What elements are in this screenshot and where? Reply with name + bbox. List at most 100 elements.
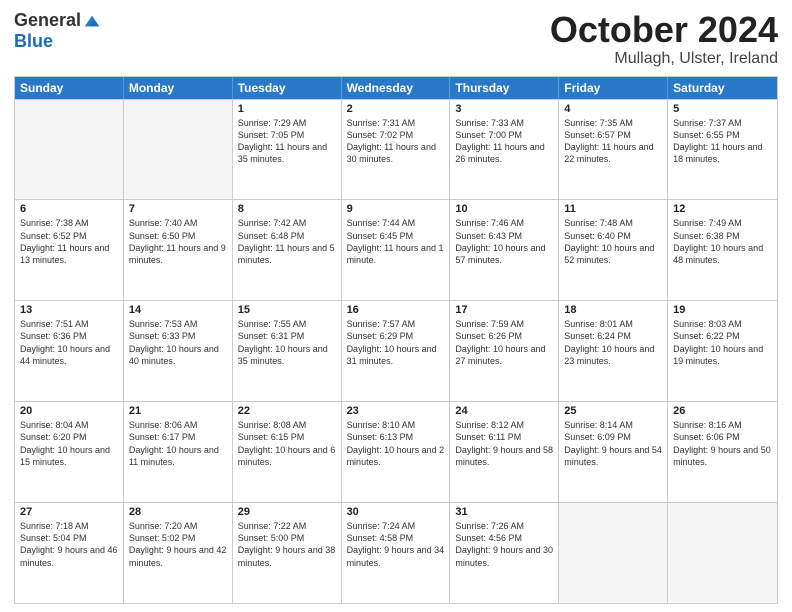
day-cell-18: 18Sunrise: 8:01 AM Sunset: 6:24 PM Dayli… [559, 301, 668, 401]
day-number: 5 [673, 103, 772, 115]
day-detail: Sunrise: 7:59 AM Sunset: 6:26 PM Dayligh… [455, 318, 553, 367]
logo-general-text: General [14, 10, 81, 31]
day-cell-17: 17 Sunrise: 7:59 AM Sunset: 6:26 PM Dayli… [450, 301, 559, 401]
calendar: SundayMondayTuesdayWednesdayThursdayFrid… [14, 76, 778, 604]
day-detail: Sunrise: 7:55 AM Sunset: 6:31 PM Dayligh… [238, 318, 336, 367]
day-cell-4: 4 Sunrise: 7:35 AM Sunset: 6:57 PM Daylig… [559, 100, 668, 200]
day-cell-20: 20Sunrise: 8:04 AM Sunset: 6:20 PM Dayli… [15, 402, 124, 502]
day-number: 23 [347, 405, 445, 417]
day-number: 1 [238, 103, 336, 115]
day-detail: Sunrise: 7:38 AM Sunset: 6:52 PM Dayligh… [20, 217, 118, 266]
day-cell-9: 9 Sunrise: 7:44 AM Sunset: 6:45 PM Daylig… [342, 200, 451, 300]
calendar-row-2: 13Sunrise: 7:51 AM Sunset: 6:36 PM Dayli… [15, 300, 777, 401]
day-detail: Sunrise: 8:06 AM Sunset: 6:17 PM Dayligh… [129, 419, 227, 468]
header: General Blue October 2024 Mullagh, Ulste… [14, 10, 778, 68]
day-number: 7 [129, 203, 227, 215]
day-detail: Sunrise: 8:01 AM Sunset: 6:24 PM Dayligh… [564, 318, 662, 367]
day-cell-28: 28Sunrise: 7:20 AM Sunset: 5:02 PM Dayli… [124, 503, 233, 603]
day-cell-2: 2 Sunrise: 7:31 AM Sunset: 7:02 PM Daylig… [342, 100, 451, 200]
day-number: 16 [347, 304, 445, 316]
day-number: 6 [20, 203, 118, 215]
day-number: 30 [347, 506, 445, 518]
day-cell-6: 6 Sunrise: 7:38 AM Sunset: 6:52 PM Daylig… [15, 200, 124, 300]
day-number: 4 [564, 103, 662, 115]
day-detail: Sunrise: 7:18 AM Sunset: 5:04 PM Dayligh… [20, 520, 118, 569]
day-detail: Sunrise: 7:26 AM Sunset: 4:56 PM Dayligh… [455, 520, 553, 569]
day-number: 25 [564, 405, 662, 417]
day-cell-23: 23 Sunrise: 8:10 AM Sunset: 6:13 PM Dayli… [342, 402, 451, 502]
day-detail: Sunrise: 7:42 AM Sunset: 6:48 PM Dayligh… [238, 217, 336, 266]
header-day-wednesday: Wednesday [342, 77, 451, 99]
day-detail: Sunrise: 8:14 AM Sunset: 6:09 PM Dayligh… [564, 419, 662, 468]
header-day-sunday: Sunday [15, 77, 124, 99]
day-cell-14: 14 Sunrise: 7:53 AM Sunset: 6:33 PM Dayli… [124, 301, 233, 401]
day-number: 14 [129, 304, 227, 316]
day-cell-21: 21 Sunrise: 8:06 AM Sunset: 6:17 PM Dayli… [124, 402, 233, 502]
title-block: October 2024 Mullagh, Ulster, Ireland [550, 10, 778, 68]
day-number: 3 [455, 103, 553, 115]
day-detail: Sunrise: 8:16 AM Sunset: 6:06 PM Dayligh… [673, 419, 772, 468]
day-number: 29 [238, 506, 336, 518]
day-number: 9 [347, 203, 445, 215]
day-cell-7: 7 Sunrise: 7:40 AM Sunset: 6:50 PM Daylig… [124, 200, 233, 300]
day-cell-10: 10 Sunrise: 7:46 AM Sunset: 6:43 PM Dayli… [450, 200, 559, 300]
day-number: 22 [238, 405, 336, 417]
day-cell-15: 15 Sunrise: 7:55 AM Sunset: 6:31 PM Dayli… [233, 301, 342, 401]
empty-cell [15, 100, 124, 200]
day-cell-12: 12 Sunrise: 7:49 AM Sunset: 6:38 PM Dayli… [668, 200, 777, 300]
day-cell-26: 26 Sunrise: 8:16 AM Sunset: 6:06 PM Dayli… [668, 402, 777, 502]
day-detail: Sunrise: 8:10 AM Sunset: 6:13 PM Dayligh… [347, 419, 445, 468]
day-detail: Sunrise: 7:46 AM Sunset: 6:43 PM Dayligh… [455, 217, 553, 266]
day-detail: Sunrise: 7:40 AM Sunset: 6:50 PM Dayligh… [129, 217, 227, 266]
empty-cell [559, 503, 668, 603]
day-cell-19: 19Sunrise: 8:03 AM Sunset: 6:22 PM Dayli… [668, 301, 777, 401]
header-day-saturday: Saturday [668, 77, 777, 99]
day-number: 28 [129, 506, 227, 518]
month-title: October 2024 [550, 10, 778, 50]
day-cell-25: 25 Sunrise: 8:14 AM Sunset: 6:09 PM Dayli… [559, 402, 668, 502]
header-day-friday: Friday [559, 77, 668, 99]
day-detail: Sunrise: 7:44 AM Sunset: 6:45 PM Dayligh… [347, 217, 445, 266]
day-detail: Sunrise: 7:49 AM Sunset: 6:38 PM Dayligh… [673, 217, 772, 266]
day-number: 12 [673, 203, 772, 215]
day-number: 26 [673, 405, 772, 417]
day-cell-16: 16 Sunrise: 7:57 AM Sunset: 6:29 PM Dayli… [342, 301, 451, 401]
day-cell-11: 11Sunrise: 7:48 AM Sunset: 6:40 PM Dayli… [559, 200, 668, 300]
day-detail: Sunrise: 7:33 AM Sunset: 7:00 PM Dayligh… [455, 117, 553, 166]
day-cell-27: 27 Sunrise: 7:18 AM Sunset: 5:04 PM Dayli… [15, 503, 124, 603]
calendar-row-1: 6 Sunrise: 7:38 AM Sunset: 6:52 PM Daylig… [15, 199, 777, 300]
empty-cell [668, 503, 777, 603]
day-detail: Sunrise: 8:08 AM Sunset: 6:15 PM Dayligh… [238, 419, 336, 468]
day-number: 27 [20, 506, 118, 518]
location: Mullagh, Ulster, Ireland [550, 50, 778, 68]
day-cell-5: 5 Sunrise: 7:37 AM Sunset: 6:55 PM Daylig… [668, 100, 777, 200]
day-detail: Sunrise: 7:57 AM Sunset: 6:29 PM Dayligh… [347, 318, 445, 367]
day-detail: Sunrise: 7:35 AM Sunset: 6:57 PM Dayligh… [564, 117, 662, 166]
day-detail: Sunrise: 7:31 AM Sunset: 7:02 PM Dayligh… [347, 117, 445, 166]
day-cell-22: 22 Sunrise: 8:08 AM Sunset: 6:15 PM Dayli… [233, 402, 342, 502]
day-number: 10 [455, 203, 553, 215]
logo-blue-text: Blue [14, 31, 53, 51]
day-number: 19 [673, 304, 772, 316]
day-number: 24 [455, 405, 553, 417]
day-number: 21 [129, 405, 227, 417]
day-detail: Sunrise: 8:04 AM Sunset: 6:20 PM Dayligh… [20, 419, 118, 468]
calendar-row-4: 27 Sunrise: 7:18 AM Sunset: 5:04 PM Dayli… [15, 502, 777, 603]
day-cell-24: 24 Sunrise: 8:12 AM Sunset: 6:11 PM Dayli… [450, 402, 559, 502]
day-detail: Sunrise: 7:29 AM Sunset: 7:05 PM Dayligh… [238, 117, 336, 166]
day-detail: Sunrise: 7:48 AM Sunset: 6:40 PM Dayligh… [564, 217, 662, 266]
day-detail: Sunrise: 7:37 AM Sunset: 6:55 PM Dayligh… [673, 117, 772, 166]
logo-icon [83, 12, 101, 30]
header-day-monday: Monday [124, 77, 233, 99]
day-number: 13 [20, 304, 118, 316]
calendar-header: SundayMondayTuesdayWednesdayThursdayFrid… [15, 77, 777, 99]
day-cell-1: 1 Sunrise: 7:29 AM Sunset: 7:05 PM Daylig… [233, 100, 342, 200]
day-detail: Sunrise: 7:53 AM Sunset: 6:33 PM Dayligh… [129, 318, 227, 367]
day-detail: Sunrise: 7:22 AM Sunset: 5:00 PM Dayligh… [238, 520, 336, 569]
day-number: 17 [455, 304, 553, 316]
day-number: 2 [347, 103, 445, 115]
calendar-body: 1 Sunrise: 7:29 AM Sunset: 7:05 PM Daylig… [15, 99, 777, 603]
day-number: 15 [238, 304, 336, 316]
day-detail: Sunrise: 8:12 AM Sunset: 6:11 PM Dayligh… [455, 419, 553, 468]
day-cell-30: 30Sunrise: 7:24 AM Sunset: 4:58 PM Dayli… [342, 503, 451, 603]
